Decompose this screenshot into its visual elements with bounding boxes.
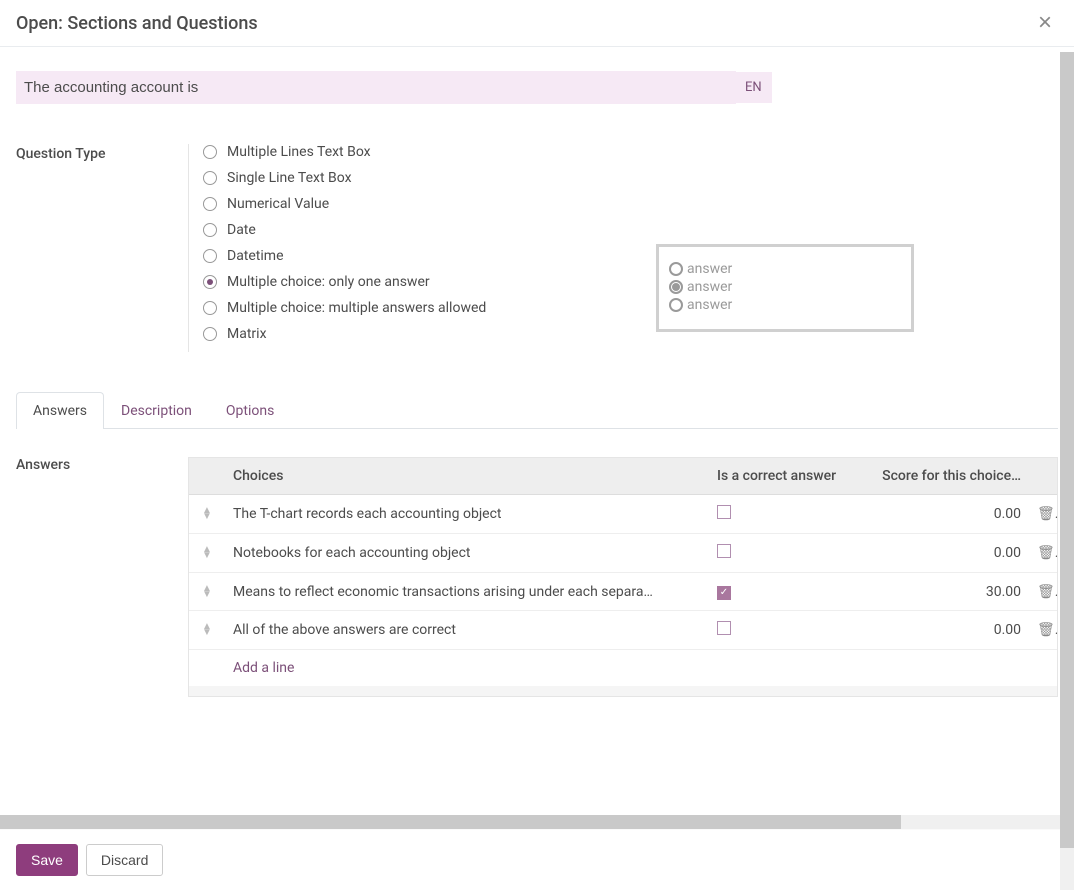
radio-icon [203,145,217,159]
question-type-option[interactable]: Multiple choice: multiple answers allowe… [203,300,648,316]
radio-icon [203,301,217,315]
col-delete-header [1029,458,1057,494]
preview-answer-item: answer [669,279,901,295]
answers-label: Answers [16,457,188,697]
choice-text[interactable]: Notebooks for each accounting object [233,545,701,561]
radio-label: Datetime [227,248,284,264]
answer-preview-box: answer answer answer [656,244,914,332]
correct-checkbox[interactable] [717,544,731,558]
question-title-input[interactable] [16,71,736,104]
table-row[interactable]: ▲▼ All of the above answers are correct 0.… [189,611,1057,650]
score-value[interactable]: 30.00 [865,574,1029,610]
discard-button[interactable]: Discard [86,844,163,876]
trash-icon[interactable]: 🗑 [1037,506,1057,522]
radio-label: Date [227,222,256,238]
horizontal-scrollbar[interactable] [0,815,1060,829]
radio-icon [203,327,217,341]
question-type-option[interactable]: Multiple Lines Text Box [203,144,648,160]
trash-icon[interactable]: 🗑 [1037,545,1057,561]
close-button[interactable]: × [1032,10,1058,36]
radio-label: Numerical Value [227,196,329,212]
trash-icon[interactable]: 🗑 [1037,584,1057,600]
modal-title: Open: Sections and Questions [16,13,258,34]
table-row[interactable]: ▲▼ Notebooks for each accounting object 0.… [189,534,1057,573]
drag-handle-icon[interactable]: ▲▼ [197,508,217,520]
score-value[interactable]: 0.00 [865,612,1029,648]
radio-label: Single Line Text Box [227,170,352,186]
radio-label: Multiple Lines Text Box [227,144,371,160]
question-type-option[interactable]: Multiple choice: only one answer [203,274,648,290]
col-score-header[interactable]: Score for this choice… [865,458,1029,494]
correct-checkbox[interactable] [717,586,731,600]
col-correct-header[interactable]: Is a correct answer [709,458,865,494]
radio-icon [203,171,217,185]
correct-checkbox[interactable] [717,505,731,519]
radio-label: Multiple choice: only one answer [227,274,430,290]
table-row[interactable]: ▲▼ Means to reflect economic transactions… [189,573,1057,611]
drag-handle-icon[interactable]: ▲▼ [197,547,217,559]
vertical-scrollbar[interactable] [1060,52,1074,890]
preview-answer-text: answer [687,279,732,295]
tab-answers[interactable]: Answers [16,392,104,429]
modal-body: EN Question Type Multiple Lines Text Box… [0,47,1074,829]
radio-icon [203,275,217,289]
score-value[interactable]: 0.00 [865,496,1029,532]
radio-label: Multiple choice: multiple answers allowe… [227,300,486,316]
preview-answer-text: answer [687,261,732,277]
question-type-option[interactable]: Numerical Value [203,196,648,212]
radio-icon [203,249,217,263]
drag-handle-icon[interactable]: ▲▼ [197,586,217,598]
language-badge[interactable]: EN [735,72,772,103]
question-type-option[interactable]: Datetime [203,248,648,264]
save-button[interactable]: Save [16,844,78,876]
radio-icon [203,223,217,237]
preview-answer-item: answer [669,297,901,313]
drag-handle-icon[interactable]: ▲▼ [197,624,217,636]
trash-icon[interactable]: 🗑 [1037,622,1057,638]
question-type-option[interactable]: Single Line Text Box [203,170,648,186]
col-choices-header[interactable]: Choices [225,458,709,494]
choice-text[interactable]: Means to reflect economic transactions a… [233,584,701,600]
tab-options[interactable]: Options [209,392,291,429]
preview-radio-icon [669,280,683,294]
radio-icon [203,197,217,211]
preview-answer-item: answer [669,261,901,277]
table-row[interactable]: ▲▼ The T-chart records each accounting ob… [189,495,1057,534]
preview-answer-text: answer [687,297,732,313]
question-type-option[interactable]: Matrix [203,326,648,342]
preview-radio-icon [669,262,683,276]
question-type-option[interactable]: Date [203,222,648,238]
add-line-link[interactable]: Add a line [189,650,1057,686]
tab-description[interactable]: Description [104,392,209,429]
score-value[interactable]: 0.00 [865,535,1029,571]
choice-text[interactable]: The T-chart records each accounting obje… [233,506,701,522]
preview-radio-icon [669,298,683,312]
col-handle-header [189,458,225,494]
radio-label: Matrix [227,326,267,342]
choice-text[interactable]: All of the above answers are correct [233,622,701,638]
question-type-label: Question Type [16,144,188,162]
correct-checkbox[interactable] [717,621,731,635]
